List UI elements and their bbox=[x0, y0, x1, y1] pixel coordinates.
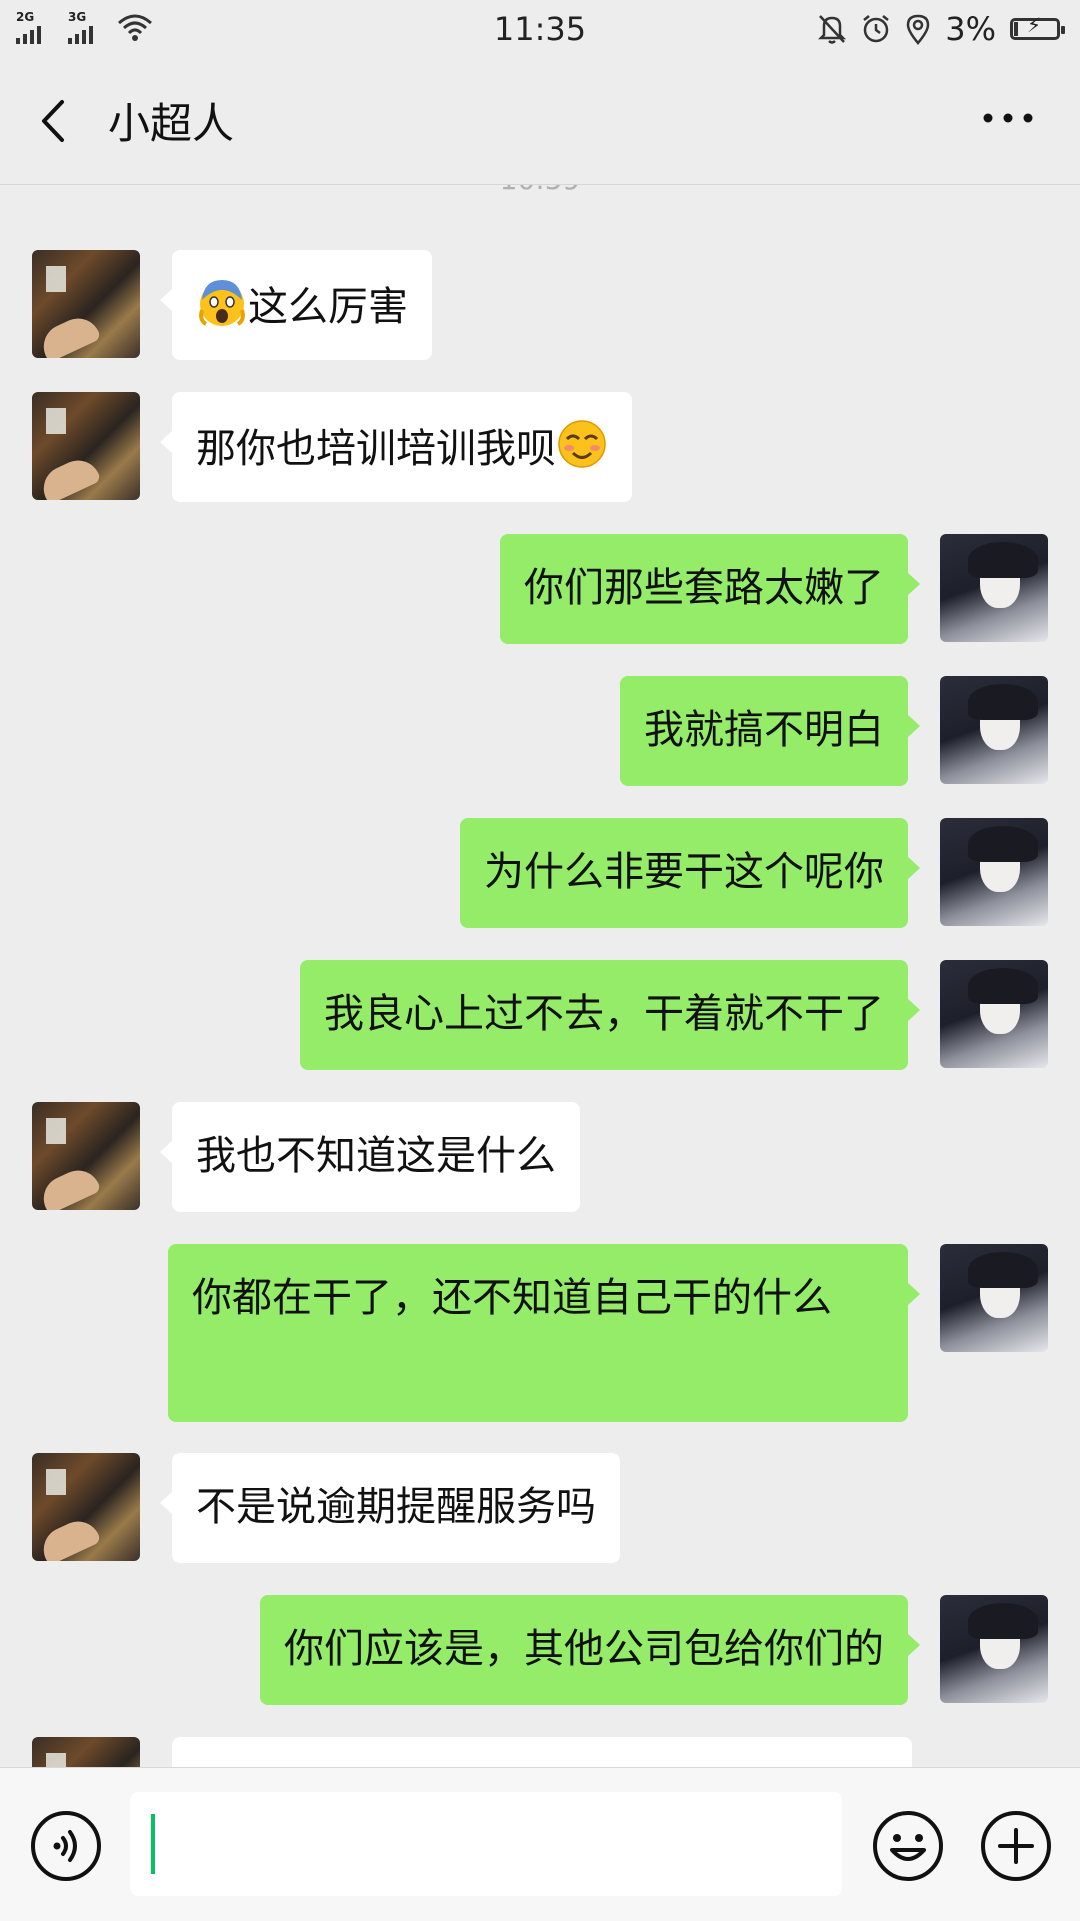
scream-face-emoji-icon bbox=[199, 280, 245, 326]
message-text: 不是说逾期提醒服务吗 bbox=[196, 1484, 596, 1530]
message-bubble[interactable]: 那你也培训培训我呗 bbox=[160, 392, 632, 502]
voice-icon[interactable] bbox=[30, 1810, 102, 1882]
contact-avatar[interactable] bbox=[32, 1102, 140, 1210]
message-input[interactable] bbox=[130, 1792, 842, 1896]
contact-avatar[interactable] bbox=[32, 1737, 140, 1767]
message-text: 你们应该是，其他公司包给你们的 bbox=[284, 1626, 884, 1672]
plus-icon[interactable] bbox=[980, 1810, 1052, 1882]
battery-icon: ⚡ bbox=[1010, 13, 1065, 40]
message-text: 我就搞不明白 bbox=[644, 707, 884, 753]
chevron-left-icon[interactable] bbox=[34, 96, 74, 146]
message-bubble[interactable] bbox=[172, 1737, 912, 1767]
self-avatar[interactable] bbox=[940, 1244, 1048, 1352]
self-avatar[interactable] bbox=[940, 676, 1048, 784]
self-avatar[interactable] bbox=[940, 1595, 1048, 1703]
contact-avatar[interactable] bbox=[32, 250, 140, 358]
message-bubble[interactable]: 你都在干了，还不知道自己干的什么 bbox=[168, 1244, 920, 1422]
message-bubble[interactable]: 你们那些套路太嫩了 bbox=[500, 534, 920, 644]
message-text: 你都在干了，还不知道自己干的什么 bbox=[192, 1275, 832, 1321]
emoji-icon[interactable] bbox=[872, 1810, 944, 1882]
self-avatar[interactable] bbox=[940, 818, 1048, 926]
message-bubble[interactable]: 你们应该是，其他公司包给你们的 bbox=[260, 1595, 920, 1705]
message-bubble[interactable]: 不是说逾期提醒服务吗 bbox=[160, 1453, 620, 1563]
message-text: 我也不知道这是什么 bbox=[196, 1133, 556, 1179]
message-text: 你们那些套路太嫩了 bbox=[524, 565, 884, 611]
blushing-smile-emoji-icon bbox=[558, 420, 606, 468]
message-list[interactable]: 10:59 这么厉害 那你也培训培训我呗 bbox=[0, 185, 1080, 1767]
message-bubble[interactable]: 这么厉害 bbox=[160, 250, 432, 360]
status-bar: 2G 3G 11:35 3% ⚡ bbox=[0, 0, 1080, 58]
message-text: 为什么非要干这个呢你 bbox=[484, 849, 884, 895]
location-icon bbox=[906, 14, 930, 45]
message-text: 我良心上过不去，干着就不干了 bbox=[324, 991, 884, 1037]
message-bubble[interactable]: 我就搞不明白 bbox=[620, 676, 920, 786]
self-avatar[interactable] bbox=[940, 534, 1048, 642]
contact-avatar[interactable] bbox=[32, 1453, 140, 1561]
chat-header: 小超人 bbox=[0, 58, 1080, 185]
text-cursor bbox=[151, 1814, 155, 1874]
bell-muted-icon bbox=[818, 15, 847, 44]
message-timestamp: 10:59 bbox=[0, 185, 1080, 196]
contact-avatar[interactable] bbox=[32, 392, 140, 500]
message-bubble[interactable]: 为什么非要干这个呢你 bbox=[460, 818, 920, 928]
message-bubble[interactable]: 我良心上过不去，干着就不干了 bbox=[300, 960, 920, 1070]
alarm-icon bbox=[863, 15, 890, 43]
self-avatar[interactable] bbox=[940, 960, 1048, 1068]
message-text: 这么厉害 bbox=[248, 284, 408, 330]
chat-title: 小超人 bbox=[108, 99, 235, 148]
message-bubble[interactable]: 我也不知道这是什么 bbox=[160, 1102, 580, 1212]
battery-percent: 3% bbox=[945, 10, 996, 48]
more-dots-icon[interactable] bbox=[978, 98, 1038, 138]
message-text: 那你也培训培训我呗 bbox=[196, 426, 556, 472]
composer-bar bbox=[0, 1767, 1080, 1921]
